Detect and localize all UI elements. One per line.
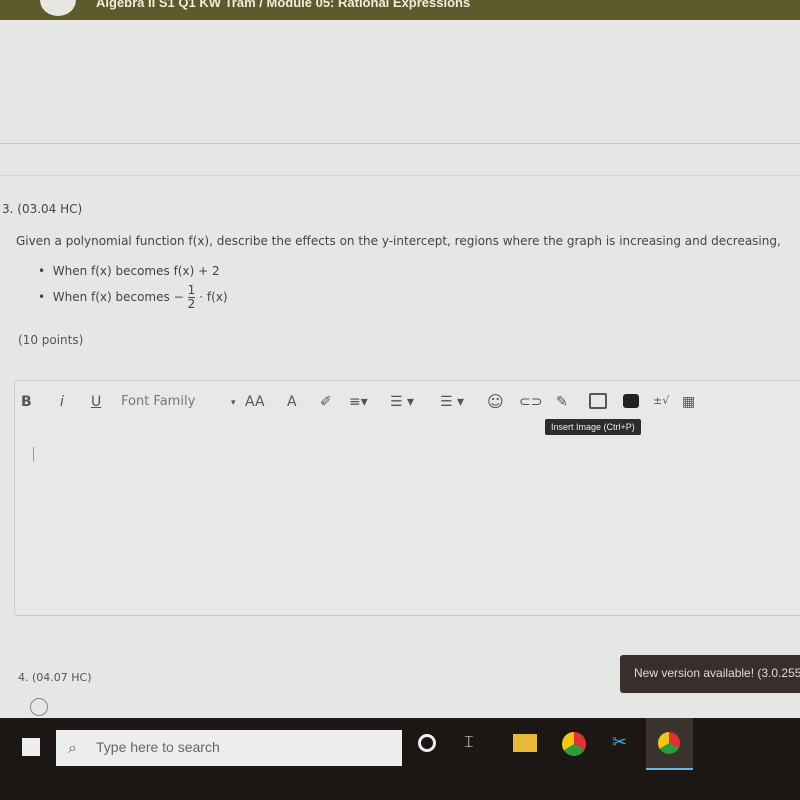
chrome-icon[interactable] <box>562 732 586 756</box>
bullet-2: • When f(x) becomes −1 2 · f(x) <box>38 283 228 311</box>
highlighter-icon[interactable]: ✐ <box>320 394 332 410</box>
top-bar: Algebra II S1 Q1 KW Tram / Module 05: Ra… <box>0 0 800 20</box>
task-view-icon[interactable]: ⌶ <box>464 732 488 756</box>
table-icon[interactable]: ▦ <box>682 394 695 410</box>
bullet-1: • When f(x) becomes f(x) + 2 <box>38 264 220 278</box>
divider <box>0 175 800 176</box>
emoji-icon[interactable]: ☺ <box>487 392 504 411</box>
font-family-select[interactable]: Font Family <box>121 394 195 409</box>
file-explorer-icon[interactable] <box>513 734 537 752</box>
text-color-icon[interactable]: A <box>287 394 297 410</box>
answer-editor[interactable]: B i U Font Family ▾ AA A ✐ ≡▾ ☰ ▾ ☰ ▾ ☺ … <box>14 380 800 616</box>
math-button[interactable]: ±√ <box>653 394 669 407</box>
question-text: Given a polynomial function f(x), descri… <box>16 234 781 248</box>
chrome-active-tab[interactable] <box>646 718 693 770</box>
taskbar-search[interactable]: Type here to search <box>56 730 402 766</box>
text-cursor <box>33 447 34 461</box>
font-size-button[interactable]: AA <box>245 394 265 410</box>
search-icon: ⌕ <box>68 738 77 757</box>
link-icon[interactable]: ⊂⊃ <box>519 394 542 410</box>
pencil-icon[interactable]: ✎ <box>556 394 568 410</box>
insert-image-icon[interactable] <box>589 393 607 409</box>
question-number: 3. (03.04 HC) <box>2 202 83 216</box>
next-question-number: 4. (04.07 HC) <box>18 671 92 684</box>
unordered-list-icon[interactable]: ☰ ▾ <box>440 394 464 410</box>
divider <box>0 143 800 144</box>
windows-start-icon[interactable] <box>22 738 40 756</box>
bullet-1-text: When f(x) becomes f(x) + 2 <box>52 264 220 278</box>
ordered-list-icon[interactable]: ☰ ▾ <box>390 394 414 410</box>
avatar[interactable] <box>40 0 76 16</box>
numerator: 1 <box>187 283 196 298</box>
chrome-profile-icon <box>658 732 680 754</box>
clock-icon <box>30 698 48 716</box>
bullet-2-prefix: When f(x) becomes − <box>52 290 184 304</box>
cortana-icon[interactable] <box>418 734 436 752</box>
italic-button[interactable]: i <box>60 394 64 410</box>
snipping-tool-icon[interactable]: ✂ <box>612 732 636 756</box>
update-toast[interactable]: New version available! (3.0.255 <box>620 655 800 693</box>
fraction: 12 <box>187 283 196 311</box>
denominator: 2 <box>187 297 196 311</box>
bold-button[interactable]: B <box>21 394 32 410</box>
taskbar: Type here to search ⌕ ⌶ ✂ <box>0 718 800 800</box>
points: (10 points) <box>18 333 84 347</box>
breadcrumb[interactable]: Algebra II S1 Q1 KW Tram / Module 05: Ra… <box>96 0 470 10</box>
tooltip: Insert Image (Ctrl+P) <box>545 419 641 435</box>
chevron-down-icon[interactable]: ▾ <box>231 398 236 408</box>
bullet-2-suffix: · f(x) <box>199 290 228 304</box>
video-icon[interactable] <box>623 394 639 408</box>
align-icon[interactable]: ≡▾ <box>349 394 368 410</box>
underline-button[interactable]: U <box>91 394 101 410</box>
